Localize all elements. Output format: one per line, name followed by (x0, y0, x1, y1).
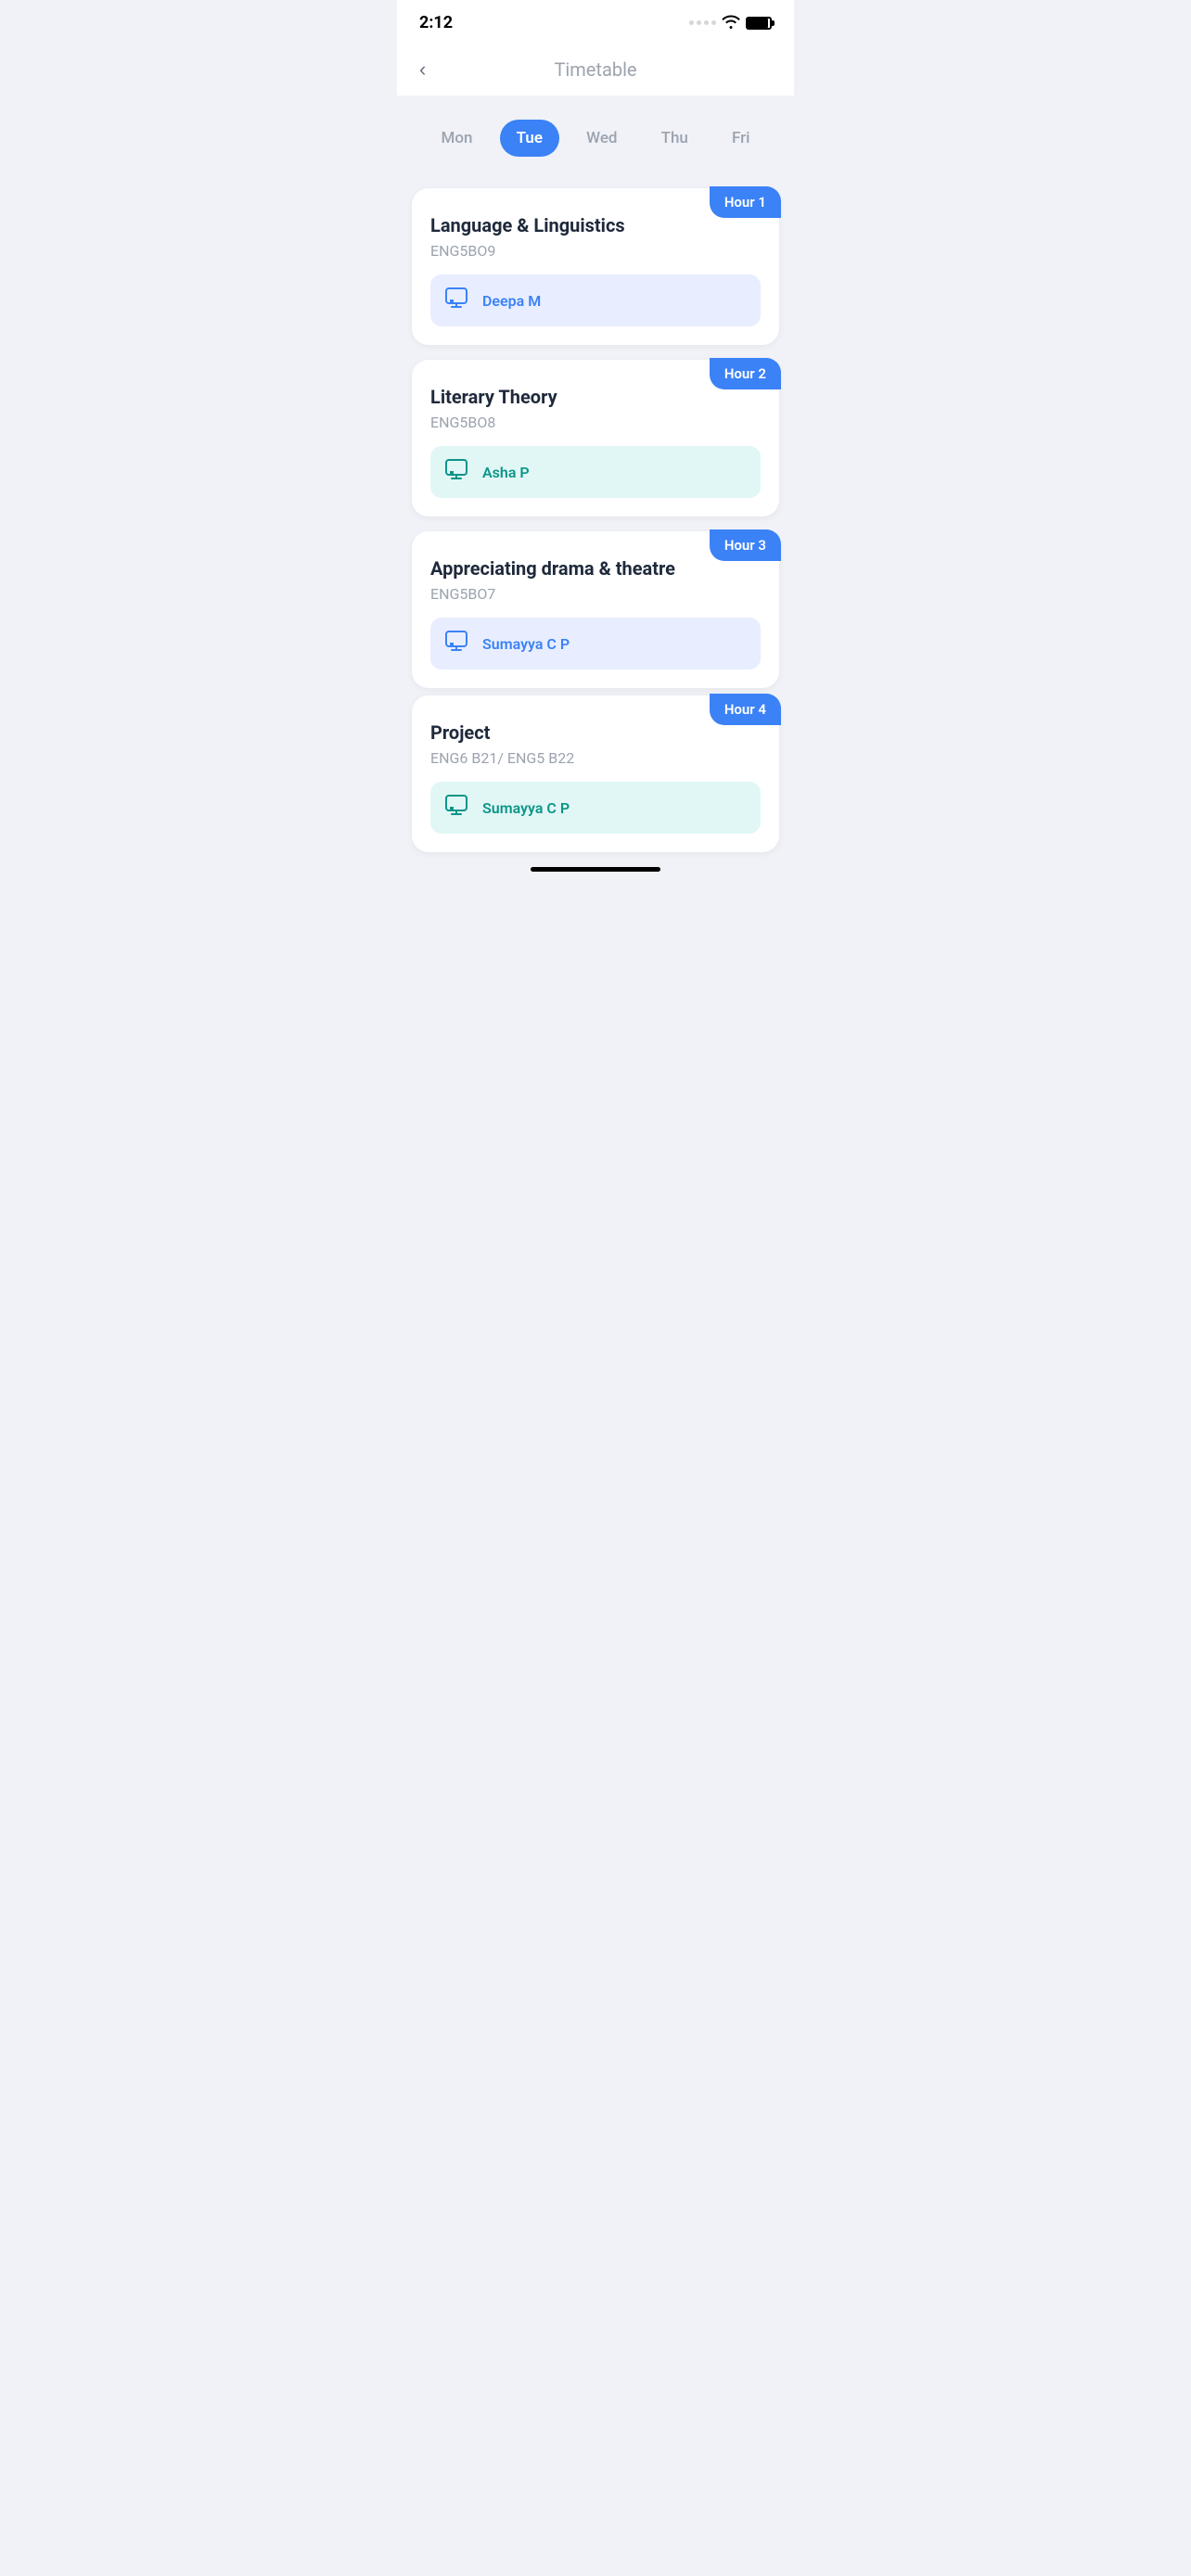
teacher-badge-2[interactable]: Asha P (430, 446, 761, 498)
teacher-badge-3[interactable]: Sumayya C P (430, 618, 761, 670)
monitor-icon-4 (445, 795, 471, 821)
schedule-card-3: Hour 3 Appreciating drama & theatre ENG5… (412, 531, 779, 688)
status-bar: 2:12 (397, 0, 794, 40)
status-time: 2:12 (419, 13, 453, 32)
day-selector: Mon Tue Wed Thu Fri (412, 107, 779, 170)
teacher-name-1: Deepa M (482, 292, 541, 310)
course-code-1: ENG5BO9 (430, 242, 761, 260)
schedule-card-2: Hour 2 Literary Theory ENG5BO8 Asha P (412, 360, 779, 516)
teacher-name-2: Asha P (482, 464, 530, 481)
teacher-badge-1[interactable]: Deepa M (430, 274, 761, 326)
hour-badge-1: Hour 1 (710, 186, 781, 218)
home-indicator (531, 867, 660, 872)
teacher-name-3: Sumayya C P (482, 635, 570, 653)
day-item-wed[interactable]: Wed (570, 120, 634, 157)
course-code-4: ENG6 B21/ ENG5 B22 (430, 749, 761, 767)
signal-icon (689, 20, 716, 25)
wifi-icon (722, 14, 740, 32)
course-title-2: Literary Theory (430, 386, 761, 408)
teacher-badge-4[interactable]: Sumayya C P (430, 782, 761, 834)
course-code-2: ENG5BO8 (430, 414, 761, 431)
course-title-3: Appreciating drama & theatre (430, 557, 761, 580)
page-title: Timetable (554, 58, 636, 81)
back-button[interactable]: ‹ (419, 57, 426, 82)
monitor-icon-2 (445, 459, 471, 485)
header: ‹ Timetable (397, 40, 794, 96)
schedule-list: Hour 1 Language & Linguistics ENG5BO9 De… (397, 181, 794, 695)
course-code-3: ENG5BO7 (430, 585, 761, 603)
status-icons (689, 14, 772, 32)
day-item-fri[interactable]: Fri (715, 120, 767, 157)
teacher-name-4: Sumayya C P (482, 799, 570, 817)
day-item-tue[interactable]: Tue (500, 120, 559, 157)
hour-badge-3: Hour 3 (710, 529, 781, 561)
hour-badge-4: Hour 4 (710, 694, 781, 725)
battery-icon (746, 17, 772, 30)
day-item-thu[interactable]: Thu (645, 120, 705, 157)
course-title-1: Language & Linguistics (430, 214, 761, 236)
hour-badge-2: Hour 2 (710, 358, 781, 389)
schedule-card-1: Hour 1 Language & Linguistics ENG5BO9 De… (412, 188, 779, 345)
monitor-icon-1 (445, 287, 471, 313)
schedule-card-4: Hour 4 Project ENG6 B21/ ENG5 B22 Sumayy… (412, 695, 779, 852)
course-title-4: Project (430, 721, 761, 744)
day-item-mon[interactable]: Mon (425, 120, 490, 157)
monitor-icon-3 (445, 631, 471, 657)
